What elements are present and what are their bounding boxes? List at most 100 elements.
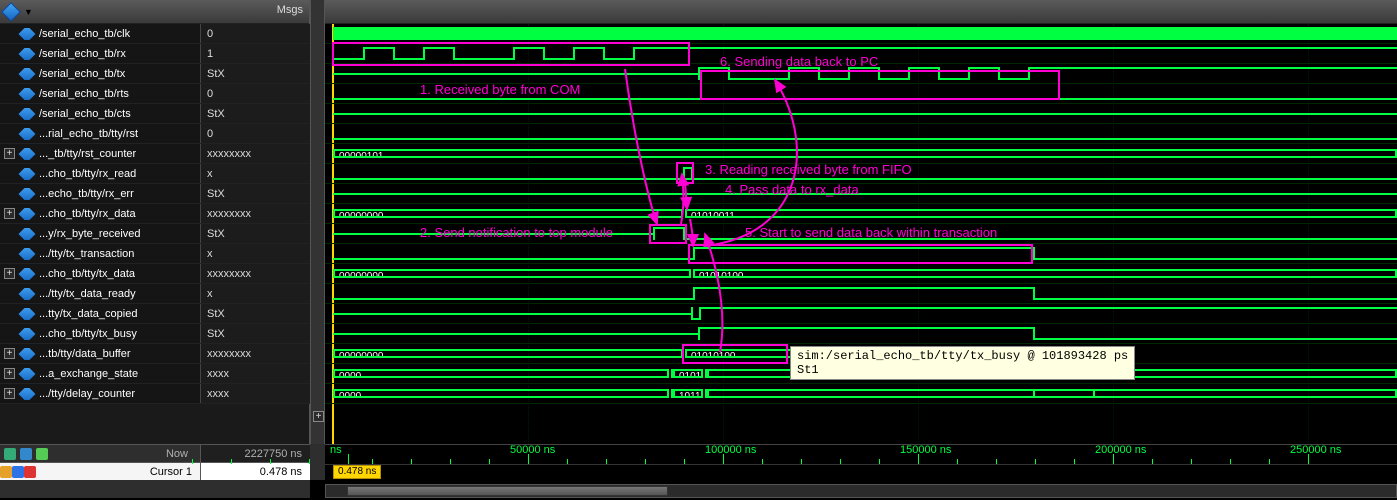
signal-diamond-icon — [19, 88, 36, 100]
wave-row-clk[interactable] — [325, 24, 1397, 44]
expander-icon — [4, 48, 15, 59]
expander-icon[interactable]: + — [313, 411, 324, 422]
now-label: Now — [52, 448, 196, 460]
wave-row-rst[interactable] — [325, 124, 1397, 144]
horizontal-scrollbar[interactable] — [325, 484, 1397, 498]
cursor-flag[interactable]: 0.478 ns — [333, 465, 381, 479]
toolbar-icon[interactable] — [4, 448, 16, 460]
bus-value: 0000 — [339, 371, 361, 378]
signal-value: StX — [200, 184, 310, 203]
signal-name: /serial_echo_tb/rts — [39, 88, 129, 100]
signal-row[interactable]: /serial_echo_tb/txStX — [0, 64, 310, 84]
pin-icon[interactable] — [12, 466, 24, 478]
signal-row[interactable]: +...tb/tty/data_bufferxxxxxxxx — [0, 344, 310, 364]
expander-icon[interactable]: + — [4, 208, 15, 219]
signal-diamond-icon — [19, 28, 36, 40]
delete-icon[interactable] — [24, 466, 36, 478]
signal-row[interactable]: /serial_echo_tb/rx1 — [0, 44, 310, 64]
toolbar-icon[interactable] — [36, 448, 48, 460]
signal-row[interactable]: ...y/rx_byte_receivedStX — [0, 224, 310, 244]
expander-icon[interactable]: + — [4, 368, 15, 379]
signal-diamond-icon — [19, 68, 36, 80]
expander-icon[interactable]: + — [4, 388, 15, 399]
signal-row[interactable]: +.../tty/delay_counterxxxx — [0, 384, 310, 404]
wave-row-tx-transaction[interactable] — [325, 244, 1397, 264]
now-value: 2227750 ns — [200, 445, 310, 462]
signal-diamond-icon — [19, 188, 36, 200]
signal-row[interactable]: .../tty/tx_data_readyx — [0, 284, 310, 304]
signal-row[interactable]: ...cho_tb/tty/tx_busyStX — [0, 324, 310, 344]
time-tick-label: 100000 ns — [705, 444, 756, 456]
wave-row-cts[interactable] — [325, 104, 1397, 124]
signal-diamond-icon — [19, 108, 36, 120]
now-row-icons: Now 2227750 ns — [0, 444, 310, 462]
time-tick-label: 150000 ns — [900, 444, 951, 456]
signal-row[interactable]: +...cho_tb/tty/rx_dataxxxxxxxx — [0, 204, 310, 224]
signal-name: /serial_echo_tb/clk — [39, 28, 130, 40]
signal-diamond-icon — [19, 148, 36, 160]
signal-row[interactable]: ...cho_tb/tty/rx_readx — [0, 164, 310, 184]
time-scale: ns50000 ns100000 ns150000 ns200000 ns250… — [325, 445, 1397, 465]
signal-name: ...cho_tb/tty/rx_data — [39, 208, 136, 220]
expander-icon — [4, 168, 15, 179]
time-ruler[interactable]: ns50000 ns100000 ns150000 ns200000 ns250… — [325, 444, 1397, 480]
expander-icon — [4, 228, 15, 239]
signal-value: StX — [200, 304, 310, 323]
bus-value: 01010100 — [699, 271, 744, 278]
wave-row-tx-busy[interactable] — [325, 324, 1397, 344]
cursor-row[interactable]: Cursor 1 0.478 ns — [0, 462, 310, 480]
wave-row-delay-counter[interactable]: 0000 1011 — [325, 384, 1397, 404]
signal-row[interactable]: +...a_exchange_statexxxx — [0, 364, 310, 384]
expander-icon — [4, 108, 15, 119]
app-cube-icon — [1, 2, 21, 22]
signal-row[interactable]: .../tty/tx_transactionx — [0, 244, 310, 264]
wave-row-tx-data[interactable]: 00000000 01010100 — [325, 264, 1397, 284]
wave-row-rx-err[interactable] — [325, 184, 1397, 204]
bus-value: 00000101 — [339, 151, 384, 158]
signal-row[interactable]: ...echo_tb/tty/rx_errStX — [0, 184, 310, 204]
bus-value: 01010011 — [691, 211, 735, 218]
wave-row-rx-read[interactable] — [325, 164, 1397, 184]
expander-icon[interactable]: + — [4, 268, 15, 279]
wave-row-rx-data[interactable]: 00000000 01010011 — [325, 204, 1397, 224]
signal-diamond-icon — [19, 328, 36, 340]
expander-icon[interactable]: + — [4, 348, 15, 359]
wave-gutter: + — [310, 0, 325, 444]
signal-diamond-icon — [19, 368, 36, 380]
scrollbar-thumb[interactable] — [347, 486, 668, 496]
signal-name: ...rial_echo_tb/tty/rst — [39, 128, 138, 140]
dropdown-icon[interactable]: ▼ — [24, 7, 33, 17]
time-tick-label: 200000 ns — [1095, 444, 1146, 456]
signal-row[interactable]: ...tty/tx_data_copiedStX — [0, 304, 310, 324]
signal-row[interactable]: /serial_echo_tb/rts 0 — [0, 84, 310, 104]
signal-value: 0 — [200, 124, 310, 143]
wave-row-rx[interactable] — [325, 44, 1397, 64]
wave-row-tx-data-copied[interactable] — [325, 304, 1397, 324]
signal-diamond-icon — [19, 208, 36, 220]
signal-row[interactable]: /serial_echo_tb/ctsStX — [0, 104, 310, 124]
signal-row[interactable]: +...cho_tb/tty/tx_dataxxxxxxxx — [0, 264, 310, 284]
toolbar-icon[interactable] — [20, 448, 32, 460]
signal-name: .../tty/delay_counter — [39, 388, 135, 400]
wave-row-rst-counter[interactable]: 00000101 — [325, 144, 1397, 164]
signal-row[interactable]: +..._tb/tty/rst_counterxxxxxxxx — [0, 144, 310, 164]
wave-row-rx-byte-received[interactable] — [325, 224, 1397, 244]
signal-value: StX — [200, 104, 310, 123]
signal-list: /serial_echo_tb/clk0/serial_echo_tb/rx1/… — [0, 24, 310, 444]
signal-name: ...y/rx_byte_received — [39, 228, 141, 240]
lock-icon[interactable] — [0, 466, 12, 478]
signal-row[interactable]: ...rial_echo_tb/tty/rst 0 — [0, 124, 310, 144]
time-tick-label: 50000 ns — [510, 444, 555, 456]
expander-icon — [4, 328, 15, 339]
signal-diamond-icon — [19, 128, 36, 140]
bus-value: 00000000 — [339, 351, 384, 358]
wave-row-tx-data-ready[interactable] — [325, 284, 1397, 304]
wave-row-rts[interactable] — [325, 84, 1397, 104]
signal-value: 0 — [200, 84, 310, 103]
signal-row[interactable]: /serial_echo_tb/clk0 — [0, 24, 310, 44]
signal-name: ...tb/tty/data_buffer — [39, 348, 131, 360]
signal-diamond-icon — [19, 308, 36, 320]
expander-icon[interactable]: + — [4, 148, 15, 159]
signal-name: .../tty/tx_data_ready — [39, 288, 136, 300]
wave-row-tx[interactable] — [325, 64, 1397, 84]
